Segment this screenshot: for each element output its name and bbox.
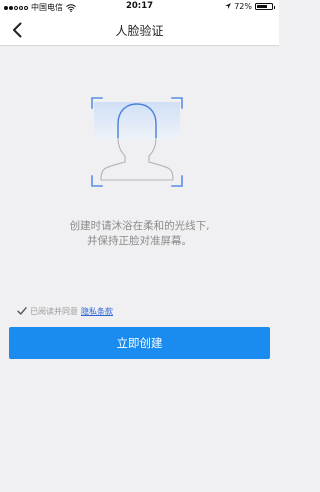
- status-bar: 中国电信 20:17 72%: [0, 0, 279, 14]
- consent-row: 已阅读并同意 隐私条款: [17, 305, 113, 317]
- create-now-button[interactable]: 立即创建: [9, 327, 270, 359]
- face-scan-illustration: [88, 94, 186, 190]
- status-right: 72%: [225, 2, 275, 11]
- checkmark-icon: [17, 307, 27, 315]
- nav-bar: 人脸验证: [0, 14, 279, 46]
- instruction-line-2: 并保持正脸对准屏幕。: [87, 235, 192, 247]
- instruction-line-1: 创建时请沐浴在柔和的光线下,: [69, 220, 210, 232]
- consent-checkbox[interactable]: [17, 306, 27, 316]
- create-now-label: 立即创建: [116, 336, 163, 350]
- location-arrow-icon: [225, 3, 232, 9]
- battery-percent: 72%: [234, 2, 252, 11]
- page-title: 人脸验证: [115, 24, 164, 38]
- battery-icon: [255, 3, 275, 10]
- face-outline-icon: [91, 97, 183, 187]
- privacy-policy-link[interactable]: 隐私条款: [81, 306, 113, 317]
- consent-text: 已阅读并同意: [30, 306, 78, 316]
